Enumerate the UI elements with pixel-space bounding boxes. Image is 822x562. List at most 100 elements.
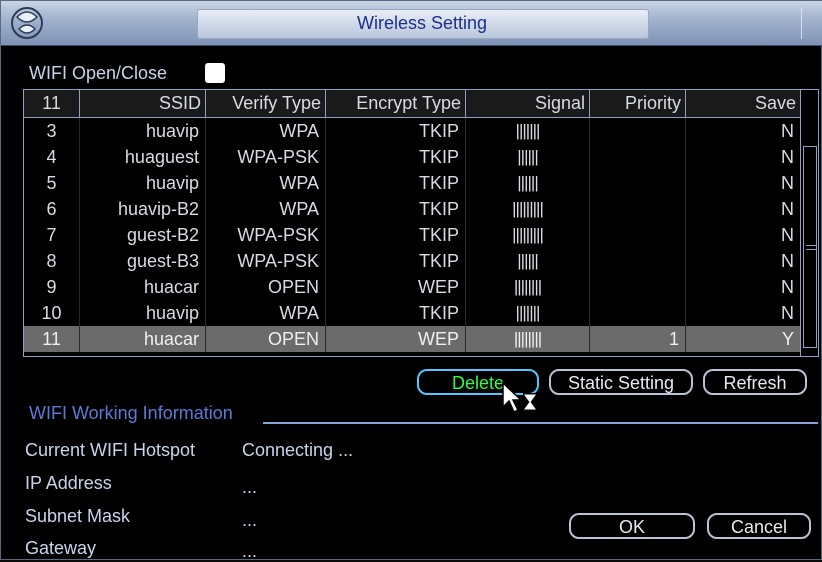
- table-row[interactable]: 8 guest-B3 WPA-PSK TKIP |||||| N: [24, 248, 800, 274]
- title-bar-edge: [801, 7, 816, 39]
- table-row[interactable]: 5 huavip WPA TKIP |||||| N: [24, 170, 800, 196]
- cell-encrypt-type: TKIP: [326, 222, 466, 248]
- ip-address-value: ...: [242, 477, 258, 497]
- cell-signal: |||||||: [466, 118, 590, 144]
- column-header-priority[interactable]: Priority: [590, 90, 686, 117]
- cell-number: 11: [24, 326, 80, 352]
- cell-encrypt-type: TKIP: [326, 248, 466, 274]
- table-row[interactable]: 4 huaguest WPA-PSK TKIP |||||| N: [24, 144, 800, 170]
- cell-priority: [590, 196, 686, 222]
- cell-save: N: [781, 121, 794, 141]
- cancel-button[interactable]: Cancel: [707, 513, 811, 539]
- column-header-signal[interactable]: Signal: [466, 90, 590, 117]
- current-hotspot-value: Connecting ...: [242, 440, 354, 460]
- table-row[interactable]: 6 huavip-B2 WPA TKIP ||||||||| N: [24, 196, 800, 222]
- ip-address-label: IP Address: [25, 473, 112, 493]
- hourglass-icon: [523, 393, 537, 411]
- cell-save: N: [781, 251, 794, 271]
- subnet-mask-value: ...: [242, 510, 258, 530]
- cell-ssid: guest-B3: [80, 248, 206, 274]
- scrollbar-grip-line: [806, 245, 816, 246]
- table-row[interactable]: 3 huavip WPA TKIP ||||||| N: [24, 118, 800, 144]
- cell-number: 6: [24, 196, 80, 222]
- cell-save: Y: [781, 329, 794, 349]
- subnet-mask-label: Subnet Mask: [25, 506, 131, 526]
- cell-signal: ||||||: [466, 170, 590, 196]
- cell-signal: |||||||||: [466, 222, 590, 248]
- cell-verify-type: WPA-PSK: [206, 248, 326, 274]
- cell-number: 4: [24, 144, 80, 170]
- cell-signal: |||||||||: [466, 196, 590, 222]
- table-row[interactable]: 11 huacar OPEN WEP |||||||| 1 Y: [24, 326, 800, 352]
- scrollbar-grip-line: [806, 249, 816, 250]
- cell-priority: [590, 144, 686, 170]
- cell-verify-type: WPA-PSK: [206, 144, 326, 170]
- ok-button[interactable]: OK: [569, 513, 695, 539]
- cell-ssid: huacar: [80, 274, 206, 300]
- cell-signal: ||||||: [466, 248, 590, 274]
- current-hotspot-label: Current WIFI Hotspot: [25, 440, 196, 460]
- cell-signal: ||||||: [466, 144, 590, 170]
- refresh-button[interactable]: Refresh: [703, 369, 807, 395]
- static-setting-button[interactable]: Static Setting: [549, 369, 693, 395]
- cell-signal: |||||||: [466, 300, 590, 326]
- gateway-label: Gateway: [25, 538, 97, 558]
- cell-priority: [590, 222, 686, 248]
- section-divider: [263, 422, 818, 424]
- cell-priority: [590, 248, 686, 274]
- cell-encrypt-type: TKIP: [326, 170, 466, 196]
- mouse-cursor-icon: [502, 381, 537, 414]
- cell-verify-type: WPA: [206, 196, 326, 222]
- column-header-encrypt-type[interactable]: Encrypt Type: [326, 90, 466, 117]
- cell-number: 9: [24, 274, 80, 300]
- cell-verify-type: WPA-PSK: [206, 222, 326, 248]
- cell-verify-type: OPEN: [206, 326, 326, 352]
- table-row[interactable]: 9 huacar OPEN WEP |||||||| N: [24, 274, 800, 300]
- column-header-verify-type[interactable]: Verify Type: [206, 90, 326, 117]
- cell-ssid: huavip-B2: [80, 196, 206, 222]
- cell-encrypt-type: TKIP: [326, 144, 466, 170]
- cell-encrypt-type: TKIP: [326, 300, 466, 326]
- cell-signal: ||||||||: [466, 274, 590, 300]
- wifi-open-close-label: WIFI Open/Close: [29, 63, 168, 83]
- cell-ssid: huavip: [80, 118, 206, 144]
- cell-priority: [590, 274, 686, 300]
- cell-priority: [590, 170, 686, 196]
- cell-number: 8: [24, 248, 80, 274]
- column-header-save[interactable]: Save: [686, 90, 800, 117]
- cell-save: N: [781, 199, 794, 219]
- cell-verify-type: WPA: [206, 118, 326, 144]
- table-scrollbar[interactable]: [800, 90, 818, 356]
- cell-encrypt-type: WEP: [326, 274, 466, 300]
- cell-ssid: huavip: [80, 170, 206, 196]
- gateway-value: ...: [242, 541, 258, 561]
- cell-priority: [590, 118, 686, 144]
- table-row[interactable]: 10 huavip WPA TKIP ||||||| N: [24, 300, 800, 326]
- cell-number: 10: [24, 300, 80, 326]
- scrollbar-thumb[interactable]: [803, 146, 817, 348]
- table-header: 11 SSID Verify Type Encrypt Type Signal …: [24, 90, 800, 118]
- cell-signal: ||||||||: [466, 326, 590, 352]
- column-header-ssid[interactable]: SSID: [80, 90, 206, 117]
- cell-save: N: [781, 303, 794, 323]
- cell-save: N: [781, 173, 794, 193]
- cell-number: 3: [24, 118, 80, 144]
- table-row[interactable]: 7 guest-B2 WPA-PSK TKIP ||||||||| N: [24, 222, 800, 248]
- cell-verify-type: OPEN: [206, 274, 326, 300]
- cell-save: N: [781, 277, 794, 297]
- cell-save: N: [781, 225, 794, 245]
- window-title: Wireless Setting: [356, 13, 488, 33]
- wifi-working-info-title: WIFI Working Information: [29, 403, 233, 423]
- cell-ssid: huacar: [80, 326, 206, 352]
- cell-ssid: guest-B2: [80, 222, 206, 248]
- cell-ssid: huaguest: [80, 144, 206, 170]
- column-header-count: 11: [24, 90, 80, 117]
- cell-ssid: huavip: [80, 300, 206, 326]
- app-logo-icon: [11, 7, 43, 39]
- cell-number: 7: [24, 222, 80, 248]
- wifi-enable-checkbox[interactable]: [205, 63, 225, 83]
- cell-priority: 1: [590, 326, 686, 352]
- cell-verify-type: WPA: [206, 170, 326, 196]
- wireless-setting-window: Wireless Setting WIFI Open/Close 11 SSID…: [0, 0, 822, 561]
- cell-priority: [590, 300, 686, 326]
